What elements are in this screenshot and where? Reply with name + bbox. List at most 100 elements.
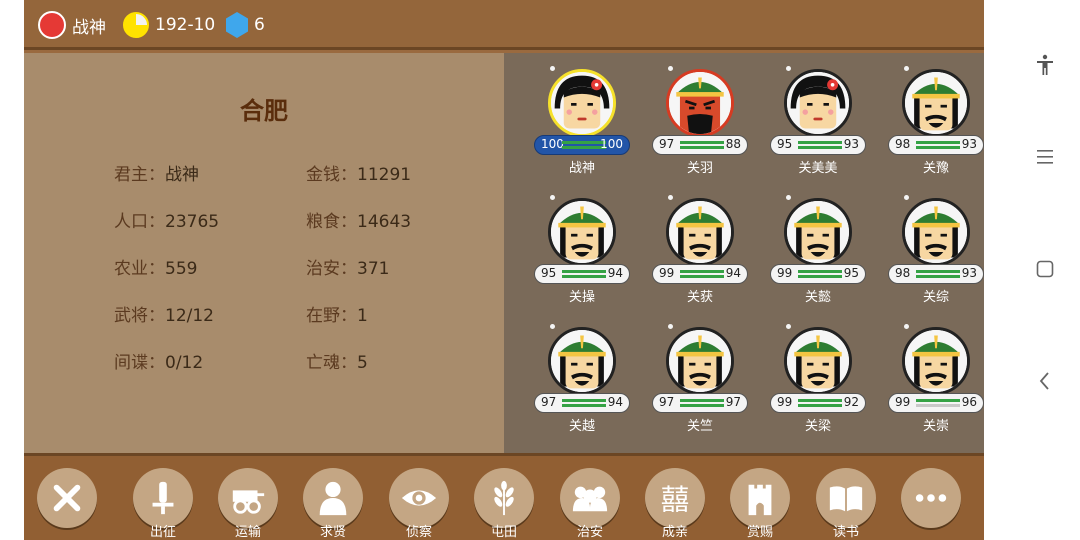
accessibility-icon[interactable] — [1032, 52, 1058, 78]
general-card[interactable]: 99 96 关崇 — [874, 311, 992, 439]
general-card[interactable]: 97 94 关越 — [520, 311, 638, 439]
general-card[interactable]: 100 100 战神 — [520, 53, 638, 181]
gem-stat: 6 — [226, 11, 265, 39]
general-stat-b: 93 — [843, 137, 859, 151]
stat-lines — [916, 399, 960, 407]
general-card[interactable]: 98 93 关综 — [874, 182, 992, 310]
recent-apps-icon[interactable] — [1032, 144, 1058, 170]
info-population: 人口：23765 — [114, 212, 220, 232]
general-portrait — [666, 198, 734, 266]
stat-lines — [680, 399, 724, 407]
stat-lines — [916, 141, 960, 149]
tower-button[interactable]: 赏赐 — [729, 468, 791, 540]
gem-icon — [226, 12, 248, 38]
svg-text:囍: 囍 — [661, 483, 690, 516]
general-stat-bar: 99 92 — [770, 393, 866, 413]
general-stat-a: 95 — [541, 266, 557, 280]
general-portrait — [548, 327, 616, 395]
date-value: 192-10 — [155, 15, 216, 35]
general-stat-a: 97 — [541, 395, 557, 409]
info-souls: 亡魂：5 — [306, 353, 368, 373]
info-generals: 武将：12/12 — [114, 306, 214, 326]
cart-button[interactable]: 运输 — [217, 468, 279, 540]
close-button[interactable] — [36, 468, 98, 530]
general-name: 关竺 — [686, 419, 713, 434]
general-stat-a: 99 — [777, 266, 793, 280]
more-icon — [901, 468, 961, 528]
ruler-name: 战神 — [72, 17, 106, 38]
action-toolbar: 出征 运输 求贤 侦察 屯田 治安 囍 成亲 赏赐 读书 — [24, 453, 984, 540]
general-name: 关获 — [686, 290, 713, 305]
general-stat-bar: 99 96 — [888, 393, 984, 413]
general-stat-b: 94 — [607, 266, 623, 280]
sword-button[interactable]: 出征 — [132, 468, 194, 540]
wheat-button[interactable]: 屯田 — [473, 468, 535, 540]
general-card[interactable]: 99 92 关梁 — [756, 311, 874, 439]
general-name: 关美美 — [798, 161, 838, 176]
more-button[interactable] — [900, 468, 962, 530]
eye-button[interactable]: 侦察 — [388, 468, 450, 540]
general-name: 关懿 — [804, 290, 831, 305]
general-stat-a: 97 — [659, 395, 675, 409]
person-button[interactable]: 求贤 — [302, 468, 364, 540]
general-stat-a: 95 — [777, 137, 793, 151]
general-stat-b: 96 — [961, 395, 977, 409]
general-stat-bar: 95 93 — [770, 135, 866, 155]
toolbar-label: 成亲 — [661, 525, 688, 540]
general-card[interactable]: 95 94 关操 — [520, 182, 638, 310]
status-dot — [786, 324, 791, 329]
back-icon[interactable] — [1032, 368, 1058, 394]
status-dot — [904, 195, 909, 200]
general-stat-b: 97 — [725, 395, 741, 409]
general-stat-a: 97 — [659, 137, 675, 151]
general-stat-b: 94 — [725, 266, 741, 280]
sword-icon — [133, 468, 193, 528]
top-status-bar: 战神 192-10 6 — [24, 0, 984, 50]
stat-lines — [798, 399, 842, 407]
general-name: 战神 — [568, 161, 595, 176]
ruler-stat: 战神 — [38, 11, 106, 39]
general-card[interactable]: 97 88 关羽 — [638, 53, 756, 181]
city-info-panel: 合肥 君主：战神 金钱：11291 人口：23765 粮食：14643 农业：5… — [24, 53, 504, 453]
double-happiness-button[interactable]: 囍 成亲 — [644, 468, 706, 540]
general-portrait — [784, 327, 852, 395]
info-security: 治安：371 — [306, 259, 390, 279]
general-name: 关综 — [922, 290, 949, 305]
general-stat-a: 99 — [659, 266, 675, 280]
general-stat-bar: 98 93 — [888, 135, 984, 155]
game-screen: 战神 192-10 6 合肥 君主：战神 金钱：11291 人口：23765 粮… — [24, 0, 984, 540]
general-portrait — [902, 69, 970, 137]
general-stat-bar: 95 94 — [534, 264, 630, 284]
toolbar-label: 治安 — [576, 525, 603, 540]
general-stat-b: 92 — [843, 395, 859, 409]
system-nav-bar — [1008, 0, 1080, 540]
general-card[interactable]: 99 95 关懿 — [756, 182, 874, 310]
general-stat-a: 99 — [777, 395, 793, 409]
general-name: 关崇 — [922, 419, 949, 434]
general-card[interactable]: 98 93 关豫 — [874, 53, 992, 181]
general-card[interactable]: 95 93 关美美 — [756, 53, 874, 181]
toolbar-label: 读书 — [832, 525, 859, 540]
info-spies: 间谍：0/12 — [114, 353, 204, 373]
toolbar-label: 赏赐 — [746, 525, 773, 540]
toolbar-label: 屯田 — [490, 525, 517, 540]
status-dot — [904, 324, 909, 329]
general-portrait — [548, 198, 616, 266]
book-button[interactable]: 读书 — [815, 468, 877, 540]
info-agriculture: 农业：559 — [114, 259, 198, 279]
info-gold: 金钱：11291 — [306, 165, 412, 185]
calendar-pie-icon — [123, 12, 149, 38]
general-portrait — [548, 69, 616, 137]
general-card[interactable]: 99 94 关获 — [638, 182, 756, 310]
general-card[interactable]: 97 97 关竺 — [638, 311, 756, 439]
general-stat-bar: 97 97 — [652, 393, 748, 413]
date-stat: 192-10 — [123, 11, 215, 39]
crowd-button[interactable]: 治安 — [559, 468, 621, 540]
tower-icon — [730, 468, 790, 528]
double-happiness-icon: 囍 — [645, 468, 705, 528]
home-icon[interactable] — [1032, 256, 1058, 282]
general-portrait — [902, 198, 970, 266]
status-dot — [786, 66, 791, 71]
book-icon — [816, 468, 876, 528]
general-name: 关操 — [568, 290, 595, 305]
